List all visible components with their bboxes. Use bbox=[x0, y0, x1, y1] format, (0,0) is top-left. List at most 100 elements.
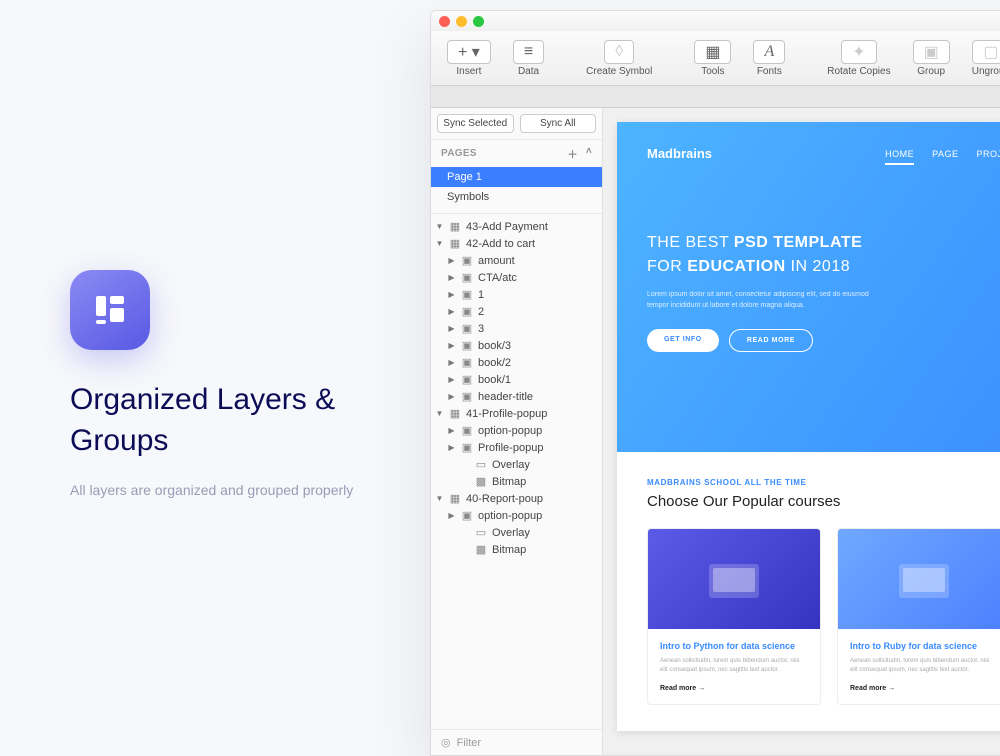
data-button[interactable]: ≡Data bbox=[503, 38, 554, 79]
fonts-label: Fonts bbox=[757, 66, 782, 77]
layer-row[interactable]: ▩ Bitmap bbox=[431, 473, 602, 490]
ungroup-button[interactable]: ▢Ungroup bbox=[962, 38, 1000, 79]
layer-label: 41-Profile-popup bbox=[466, 408, 547, 420]
disclosure-icon[interactable]: ▶ bbox=[447, 392, 456, 401]
card-title: Intro to Python for data science bbox=[660, 641, 808, 651]
layer-row[interactable]: ▼▦43-Add Payment bbox=[431, 218, 602, 235]
course-card[interactable]: Intro to Python for data scienceAenean s… bbox=[647, 528, 821, 705]
hero-title: THE BEST PSD TEMPLATE FOR EDUCATION IN 2… bbox=[647, 231, 1000, 279]
add-page-icon[interactable]: ＋ bbox=[568, 146, 578, 161]
sync-selected-button[interactable]: Sync Selected bbox=[437, 114, 514, 133]
promo-description: All layers are organized and grouped pro… bbox=[70, 479, 390, 503]
layer-row[interactable]: ▶▣1 bbox=[431, 286, 602, 303]
fonts-button[interactable]: AFonts bbox=[743, 38, 795, 79]
layer-label: 3 bbox=[478, 323, 484, 335]
page-item[interactable]: Page 1 bbox=[431, 167, 602, 187]
layer-row[interactable]: ▶▣book/3 bbox=[431, 337, 602, 354]
layer-label: 42-Add to cart bbox=[466, 238, 535, 250]
group-label: Group bbox=[917, 66, 945, 77]
maximize-icon[interactable] bbox=[473, 16, 484, 27]
promo-title: Organized Layers & Groups bbox=[70, 380, 390, 461]
layer-row[interactable]: ▼▦40-Report-poup bbox=[431, 490, 602, 507]
courses-title: Choose Our Popular courses bbox=[647, 493, 1000, 510]
layer-row[interactable]: ▶▣2 bbox=[431, 303, 602, 320]
artboard[interactable]: Madbrains HOMEPAGEPROJECTBLOG THE BEST P… bbox=[617, 122, 1000, 731]
image-icon: ▩ bbox=[474, 475, 488, 488]
artboard-icon: ▦ bbox=[448, 492, 462, 505]
disclosure-icon[interactable]: ▶ bbox=[447, 273, 456, 282]
layer-row[interactable]: ▶▣3 bbox=[431, 320, 602, 337]
minimize-icon[interactable] bbox=[456, 16, 467, 27]
layer-row[interactable]: ▶▣option-popup bbox=[431, 422, 602, 439]
disclosure-icon[interactable]: ▼ bbox=[435, 409, 444, 418]
disclosure-icon[interactable]: ▼ bbox=[435, 239, 444, 248]
folder-icon: ▣ bbox=[460, 373, 474, 386]
rect-icon: ▭ bbox=[474, 458, 488, 471]
document-tabbar: UI Kit.s bbox=[431, 86, 1000, 108]
insert-button[interactable]: + ▾Insert bbox=[437, 38, 501, 79]
toolbar: + ▾Insert ≡Data ◊Create Symbol ▦Tools AF… bbox=[431, 31, 1000, 86]
layer-row[interactable]: ▶▣Profile-popup bbox=[431, 439, 602, 456]
nav-link[interactable]: PROJECT bbox=[976, 149, 1000, 159]
layer-label: Overlay bbox=[492, 459, 530, 471]
layer-row[interactable]: ▶▣amount bbox=[431, 252, 602, 269]
close-icon[interactable] bbox=[439, 16, 450, 27]
card-title: Intro to Ruby for data science bbox=[850, 641, 998, 651]
rotate-copies-button[interactable]: ✦Rotate Copies bbox=[817, 38, 900, 79]
disclosure-icon[interactable]: ▶ bbox=[447, 307, 456, 316]
pages-header: PAGES ＋˄ bbox=[431, 140, 602, 167]
card-link[interactable]: Read more → bbox=[660, 685, 808, 692]
group-button[interactable]: ▣Group bbox=[903, 38, 960, 79]
tools-button[interactable]: ▦Tools bbox=[684, 38, 741, 79]
layer-row[interactable]: ▶▣CTA/atc bbox=[431, 269, 602, 286]
layer-row[interactable]: ▭ Overlay bbox=[431, 456, 602, 473]
layer-label: header-title bbox=[478, 391, 533, 403]
collapse-pages-icon[interactable]: ˄ bbox=[586, 146, 592, 161]
data-label: Data bbox=[518, 66, 539, 77]
card-link[interactable]: Read more → bbox=[850, 685, 998, 692]
disclosure-icon[interactable]: ▶ bbox=[447, 324, 456, 333]
disclosure-icon[interactable]: ▶ bbox=[447, 426, 456, 435]
disclosure-icon[interactable]: ▶ bbox=[447, 256, 456, 265]
layer-row[interactable]: ▶▣header-title bbox=[431, 388, 602, 405]
layer-label: Profile-popup bbox=[478, 442, 543, 454]
nav-links: HOMEPAGEPROJECTBLOG bbox=[885, 149, 1000, 159]
nav-link[interactable]: PAGE bbox=[932, 149, 958, 159]
disclosure-icon[interactable]: ▼ bbox=[435, 494, 444, 503]
layer-row[interactable]: ▶▣book/1 bbox=[431, 371, 602, 388]
card-image bbox=[648, 529, 820, 629]
read-more-button[interactable]: READ MORE bbox=[729, 329, 813, 352]
rect-icon: ▭ bbox=[474, 526, 488, 539]
canvas[interactable]: Madbrains HOMEPAGEPROJECTBLOG THE BEST P… bbox=[603, 108, 1000, 755]
create-symbol-button[interactable]: ◊Create Symbol bbox=[576, 38, 662, 79]
nav-link[interactable]: HOME bbox=[885, 149, 914, 159]
layers-icon bbox=[70, 270, 150, 350]
layer-row[interactable]: ▭Overlay bbox=[431, 524, 602, 541]
page-item[interactable]: Symbols bbox=[431, 187, 602, 207]
rotate-copies-label: Rotate Copies bbox=[827, 66, 890, 77]
layer-row[interactable]: ▼▦42-Add to cart bbox=[431, 235, 602, 252]
disclosure-icon[interactable]: ▶ bbox=[447, 341, 456, 350]
get-info-button[interactable]: GET INFO bbox=[647, 329, 719, 352]
layer-row[interactable]: ▶▣book/2 bbox=[431, 354, 602, 371]
folder-icon: ▣ bbox=[460, 509, 474, 522]
disclosure-icon[interactable]: ▶ bbox=[447, 290, 456, 299]
disclosure-icon[interactable]: ▶ bbox=[447, 443, 456, 452]
filter-row[interactable]: ◎ Filter bbox=[431, 729, 602, 755]
promo-panel: Organized Layers & Groups All layers are… bbox=[70, 270, 390, 503]
layer-label: option-popup bbox=[478, 425, 542, 437]
card-body: Intro to Ruby for data scienceAenean sol… bbox=[838, 629, 1000, 704]
card-image bbox=[838, 529, 1000, 629]
folder-icon: ▣ bbox=[460, 288, 474, 301]
disclosure-icon[interactable]: ▶ bbox=[447, 511, 456, 520]
layer-row[interactable]: ▶▣option-popup bbox=[431, 507, 602, 524]
disclosure-icon[interactable]: ▶ bbox=[447, 358, 456, 367]
course-card[interactable]: Intro to Ruby for data scienceAenean sol… bbox=[837, 528, 1000, 705]
sync-all-button[interactable]: Sync All bbox=[520, 114, 597, 133]
disclosure-icon[interactable]: ▶ bbox=[447, 375, 456, 384]
disclosure-icon[interactable]: ▼ bbox=[435, 222, 444, 231]
artboard-icon: ▦ bbox=[448, 407, 462, 420]
layer-row[interactable]: ▼ ▦ 41-Profile-popup bbox=[431, 405, 602, 422]
layer-row[interactable]: ▩Bitmap bbox=[431, 541, 602, 558]
layer-label: Bitmap bbox=[492, 476, 526, 488]
